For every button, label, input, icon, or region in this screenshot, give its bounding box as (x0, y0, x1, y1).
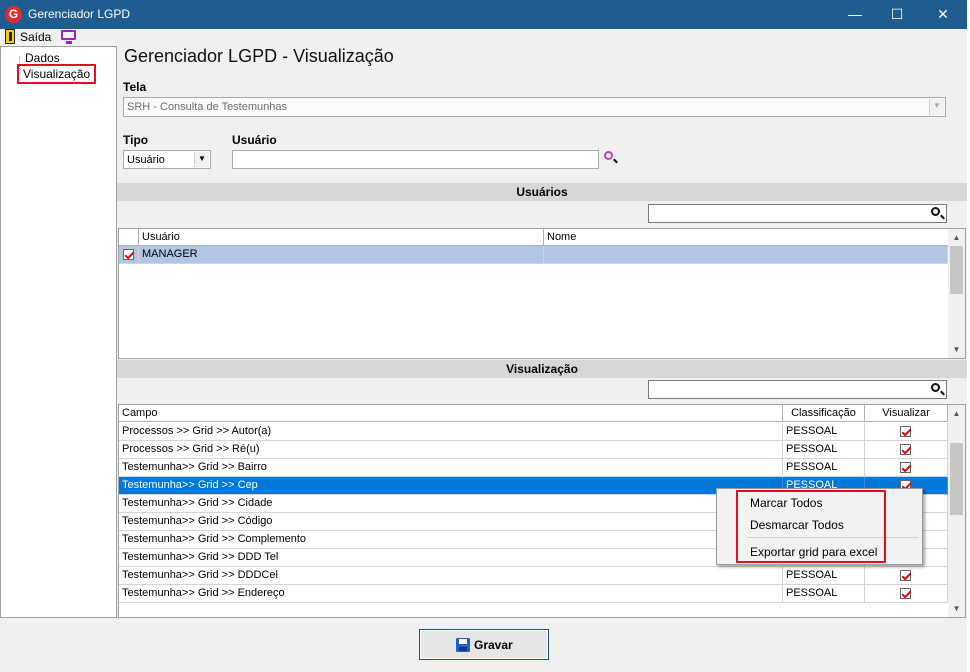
grid-header-usuario[interactable]: Usuário (139, 229, 544, 246)
cell-campo: Processos >> Grid >> Autor(a) (119, 423, 783, 441)
cell-classificacao: PESSOAL (783, 423, 865, 441)
search-icon[interactable] (604, 151, 622, 169)
cell-campo: Testemunha>> Grid >> DDD Tel (119, 549, 783, 567)
row-checkbox[interactable] (123, 249, 134, 260)
cell-visualizar (865, 423, 948, 441)
tipo-value: Usuário (127, 154, 165, 166)
search-icon[interactable] (931, 207, 940, 216)
usuarios-section-header: Usuários (117, 183, 967, 201)
menu-item-saida[interactable]: Saída (20, 30, 51, 44)
window-title: Gerenciador LGPD (28, 7, 131, 21)
visualizacao-scrollbar[interactable]: ▲ ▼ (948, 405, 965, 617)
page-title: Gerenciador LGPD - Visualização (124, 46, 394, 66)
menu-bar (0, 29, 970, 46)
table-row[interactable]: MANAGER (119, 246, 948, 264)
usuario-label: Usuário (232, 133, 277, 147)
cell-campo: Testemunha>> Grid >> Código (119, 513, 783, 531)
visualizar-checkbox[interactable] (900, 462, 911, 473)
cell-usuario: MANAGER (139, 246, 544, 264)
cell-classificacao: PESSOAL (783, 441, 865, 459)
scroll-thumb[interactable] (950, 246, 963, 294)
grid-header-visualizar[interactable]: Visualizar (865, 405, 948, 422)
scroll-down-icon[interactable]: ▼ (948, 341, 965, 358)
cell-campo: Testemunha>> Grid >> DDDCel (119, 567, 783, 585)
table-row[interactable]: Processos >> Grid >> Autor(a) PESSOAL (119, 423, 948, 441)
tela-label: Tela (123, 80, 147, 94)
chevron-down-icon[interactable]: ▼ (929, 99, 944, 115)
cell-nome (544, 246, 948, 264)
tipo-select[interactable]: Usuário ▼ (123, 150, 211, 169)
tipo-label: Tipo (123, 133, 149, 147)
table-row[interactable]: Testemunha>> Grid >> Endereço PESSOAL (119, 585, 948, 603)
save-button[interactable]: Gravar (419, 629, 549, 660)
cell-classificacao: PESSOAL (783, 567, 865, 585)
usuarios-grid: Usuário Nome MANAGER ▲ ▼ (118, 228, 966, 359)
scroll-thumb[interactable] (950, 443, 963, 515)
visualizar-checkbox[interactable] (900, 588, 911, 599)
search-icon[interactable] (931, 383, 940, 392)
visualizar-checkbox[interactable] (900, 426, 911, 437)
exit-door-icon[interactable] (5, 29, 15, 44)
cell-campo: Testemunha>> Grid >> Bairro (119, 459, 783, 477)
minimize-button[interactable]: — (832, 0, 878, 29)
grid-header-nome[interactable]: Nome (544, 229, 949, 246)
visualizar-checkbox[interactable] (900, 444, 911, 455)
cell-visualizar (865, 441, 948, 459)
usuarios-search-input[interactable] (648, 204, 947, 223)
cell-classificacao: PESSOAL (783, 459, 865, 477)
table-row[interactable]: Testemunha>> Grid >> DDDCel PESSOAL (119, 567, 948, 585)
cell-campo: Testemunha>> Grid >> Cidade (119, 495, 783, 513)
maximize-button[interactable]: ☐ (874, 0, 920, 29)
sidebar-tree: Dados Visualização (0, 46, 117, 618)
cell-visualizar (865, 459, 948, 477)
floppy-disk-icon (456, 638, 470, 652)
cell-visualizar (865, 585, 948, 603)
save-button-label: Gravar (474, 638, 513, 652)
grid-header-campo[interactable]: Campo (119, 405, 783, 422)
cell-campo: Testemunha>> Grid >> Cep (119, 477, 783, 495)
visualizar-checkbox[interactable] (900, 570, 911, 581)
close-button[interactable]: ✕ (920, 0, 966, 29)
table-row[interactable]: Testemunha>> Grid >> Bairro PESSOAL (119, 459, 948, 477)
tela-combobox[interactable]: SRH - Consulta de Testemunhas ▼ (123, 97, 946, 117)
cell-campo: Processos >> Grid >> Ré(u) (119, 441, 783, 459)
visualizacao-search-input[interactable] (648, 380, 947, 399)
cell-campo: Testemunha>> Grid >> Endereço (119, 585, 783, 603)
cell-classificacao: PESSOAL (783, 585, 865, 603)
sidebar-item-dados[interactable]: Dados (25, 51, 60, 65)
scroll-up-icon[interactable]: ▲ (948, 405, 965, 422)
grid-header-classificacao[interactable]: Classificação (783, 405, 865, 422)
highlight-box (736, 490, 886, 563)
cell-campo: Testemunha>> Grid >> Complemento (119, 531, 783, 549)
tela-value: SRH - Consulta de Testemunhas (127, 101, 287, 113)
grid-header-checkbox (119, 229, 139, 246)
scroll-up-icon[interactable]: ▲ (948, 229, 965, 246)
chevron-down-icon[interactable]: ▼ (194, 152, 209, 167)
scroll-down-icon[interactable]: ▼ (948, 600, 965, 617)
visualizacao-section-header: Visualização (117, 360, 967, 378)
sidebar-item-visualizacao[interactable]: Visualização (23, 67, 91, 81)
usuario-input[interactable] (232, 150, 599, 169)
title-bar: G Gerenciador LGPD — ☐ ✕ (0, 0, 970, 29)
cell-visualizar (865, 567, 948, 585)
table-row[interactable]: Processos >> Grid >> Ré(u) PESSOAL (119, 441, 948, 459)
monitor-icon[interactable] (61, 30, 76, 44)
usuarios-scrollbar[interactable]: ▲ ▼ (948, 229, 965, 358)
app-logo-icon: G (5, 6, 22, 23)
